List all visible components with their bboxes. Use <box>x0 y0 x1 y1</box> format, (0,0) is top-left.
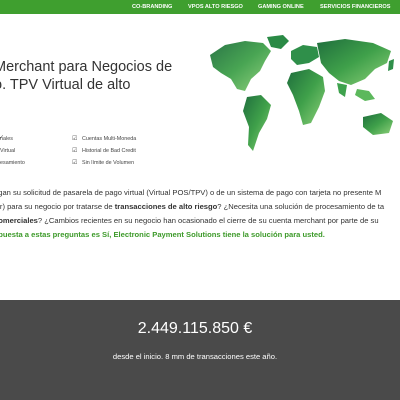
feature-item: Sin límite de Volumen <box>82 160 135 166</box>
australia-shape <box>363 113 393 135</box>
greenland-shape <box>267 35 289 49</box>
nav-link-co-branding[interactable]: CO-BRANDING <box>132 0 172 14</box>
europe-shape <box>291 45 319 65</box>
africa-shape <box>287 69 325 125</box>
intro-paragraph-line-2: ler) para su negocio por tratarse de tra… <box>0 202 400 211</box>
world-map-illustration <box>210 35 394 151</box>
text-segment: ? ¿Necesita una solución de procesamient… <box>217 202 385 211</box>
check-icon: ☑ <box>72 148 78 154</box>
feature-item: Historial de Bad Credit <box>82 148 136 154</box>
hero-title-line-1: Merchant para Negocios de <box>0 59 173 75</box>
feature-item: Cuentas Multi-Moneda <box>82 136 137 142</box>
bold-text-segment: transacciones de alto riesgo <box>114 202 218 211</box>
hero-title-line-2: o. TPV Virtual de alto <box>0 77 131 93</box>
feature-item: nales <box>0 136 13 142</box>
south-asia-shape <box>337 83 347 97</box>
south-america-shape <box>243 95 271 151</box>
transaction-caption: desde el inicio. 8 mm de transacciones e… <box>112 352 278 361</box>
check-icon: ☑ <box>72 136 78 142</box>
southeast-asia-shape <box>355 89 375 101</box>
asia-shape <box>317 39 391 85</box>
feature-item: esamiento <box>0 160 25 166</box>
text-segment: ? ¿Cambios recientes en su negocio han o… <box>37 216 379 225</box>
stats-section <box>0 300 400 400</box>
intro-paragraph-highlight: spuesta a estas preguntas es Sí, Electro… <box>0 230 325 239</box>
bold-text-segment: comerciales <box>0 216 38 225</box>
north-america-shape <box>210 41 271 91</box>
feature-item: Virtual <box>0 148 16 154</box>
intro-paragraph-line-3: comerciales? ¿Cambios recientes en su ne… <box>0 216 400 225</box>
nav-link-vpos-alto-riesgo[interactable]: VPOS ALTO RIESGO <box>188 0 243 14</box>
nav-link-gaming-online[interactable]: GAMING ONLINE <box>258 0 304 14</box>
nav-link-servicios-financieros[interactable]: SERVICIOS FINANCIEROS <box>320 0 390 14</box>
intro-paragraph-line-1: egan su solicitud de pasarela de pago vi… <box>0 188 382 197</box>
transaction-amount: 2.449.115.850 € <box>137 320 253 337</box>
text-segment: ler) para su negocio por tratarse de <box>0 202 115 211</box>
hero-title: Merchant para Negocios de o. TPV Virtual… <box>0 58 194 94</box>
japan-shape <box>388 59 394 71</box>
check-icon: ☑ <box>72 160 78 166</box>
